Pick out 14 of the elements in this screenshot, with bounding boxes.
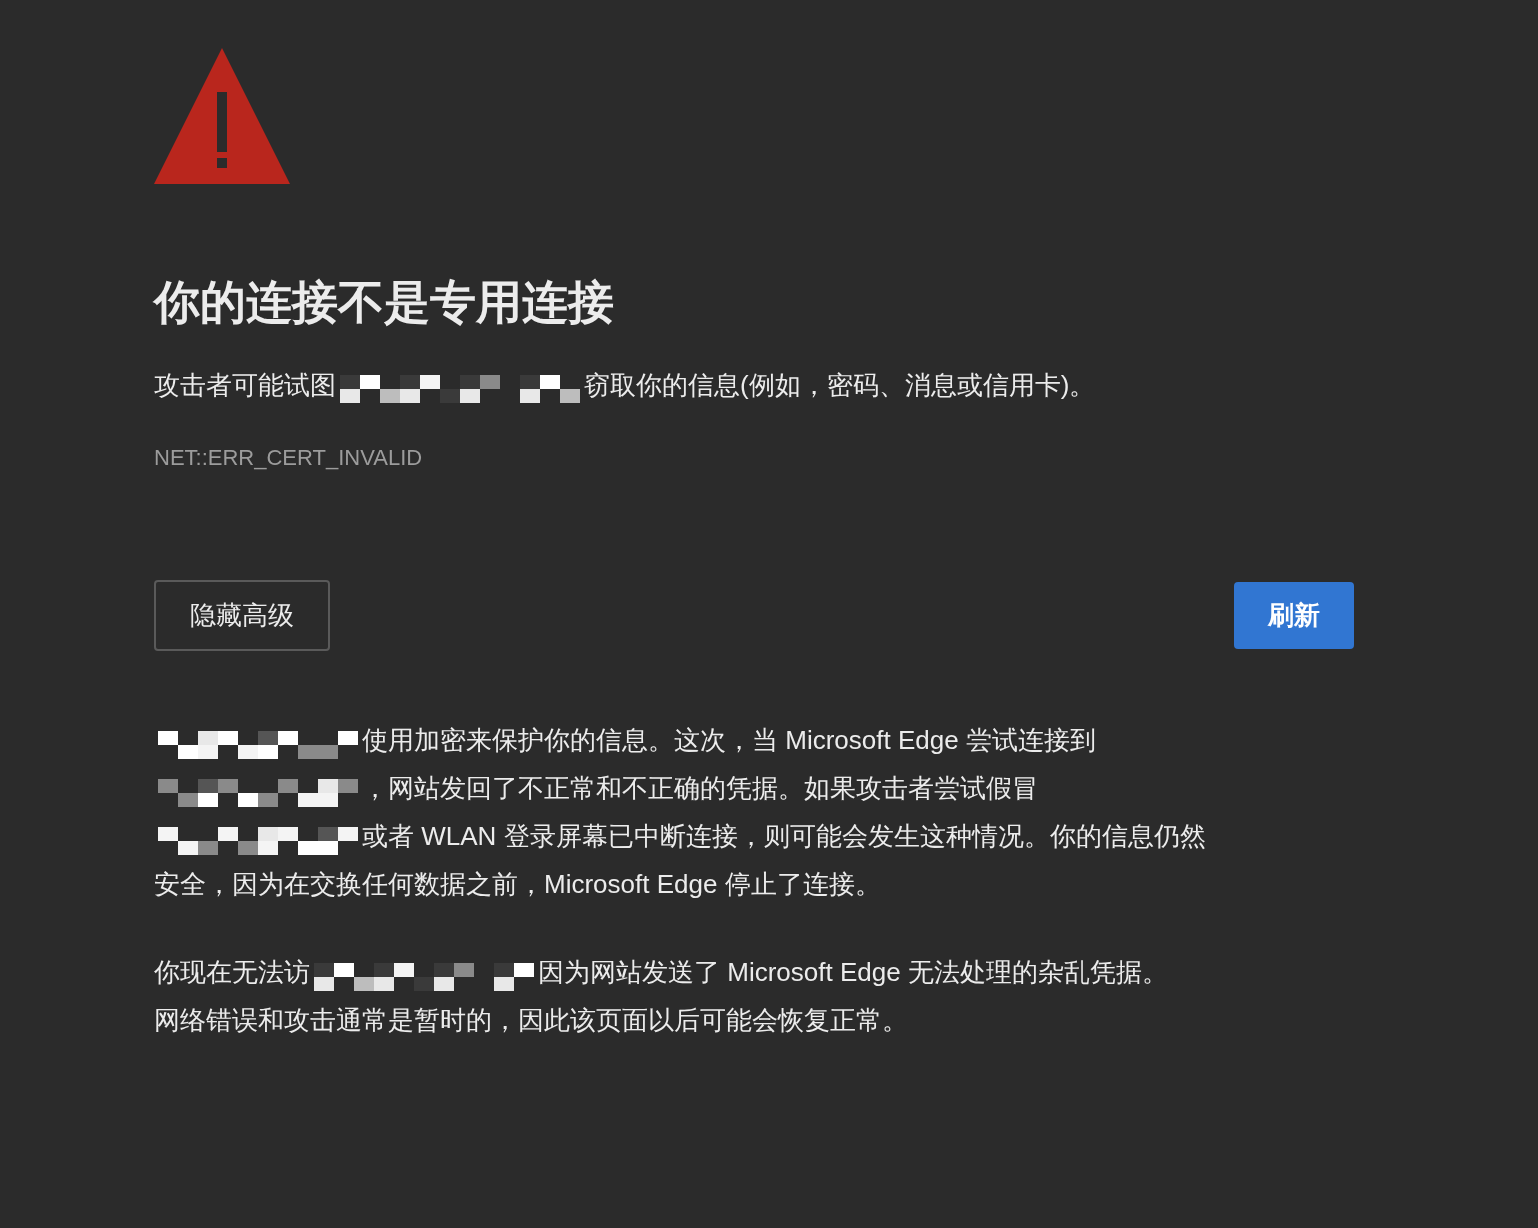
body-text: 安全，因为在交换任何数据之前，Microsoft Edge 停止了连接。 — [154, 868, 881, 901]
body-text: 或者 WLAN 登录屏幕已中断连接，则可能会发生这种情况。你的信息仍然 — [362, 820, 1206, 853]
body-text: ，网站发回了不正常和不正确的凭据。如果攻击者尝试假冒 — [362, 772, 1038, 805]
advanced-button[interactable]: 隐藏高级 — [154, 579, 330, 651]
body-text: 攻击者可能试图 — [154, 368, 336, 402]
body-text: 你现在无法访 — [154, 956, 310, 989]
body-text: 窃取你的信息(例如，密码、消息或信用卡)。 — [584, 368, 1096, 402]
body-text: 使用加密来保护你的信息。这次，当 Microsoft Edge 尝试连接到 — [362, 724, 1096, 757]
refresh-button[interactable]: 刷新 — [1234, 581, 1354, 649]
body-text: 网络错误和攻击通常是暂时的，因此该页面以后可能会恢复正常。 — [154, 1004, 908, 1037]
page-heading: 你的连接不是专用连接 — [154, 274, 615, 331]
error-code: NET::ERR_CERT_INVALID — [154, 443, 424, 472]
warning-icon — [154, 48, 290, 184]
body-text: 因为网站发送了 Microsoft Edge 无法处理的杂乱凭据。 — [538, 956, 1168, 989]
